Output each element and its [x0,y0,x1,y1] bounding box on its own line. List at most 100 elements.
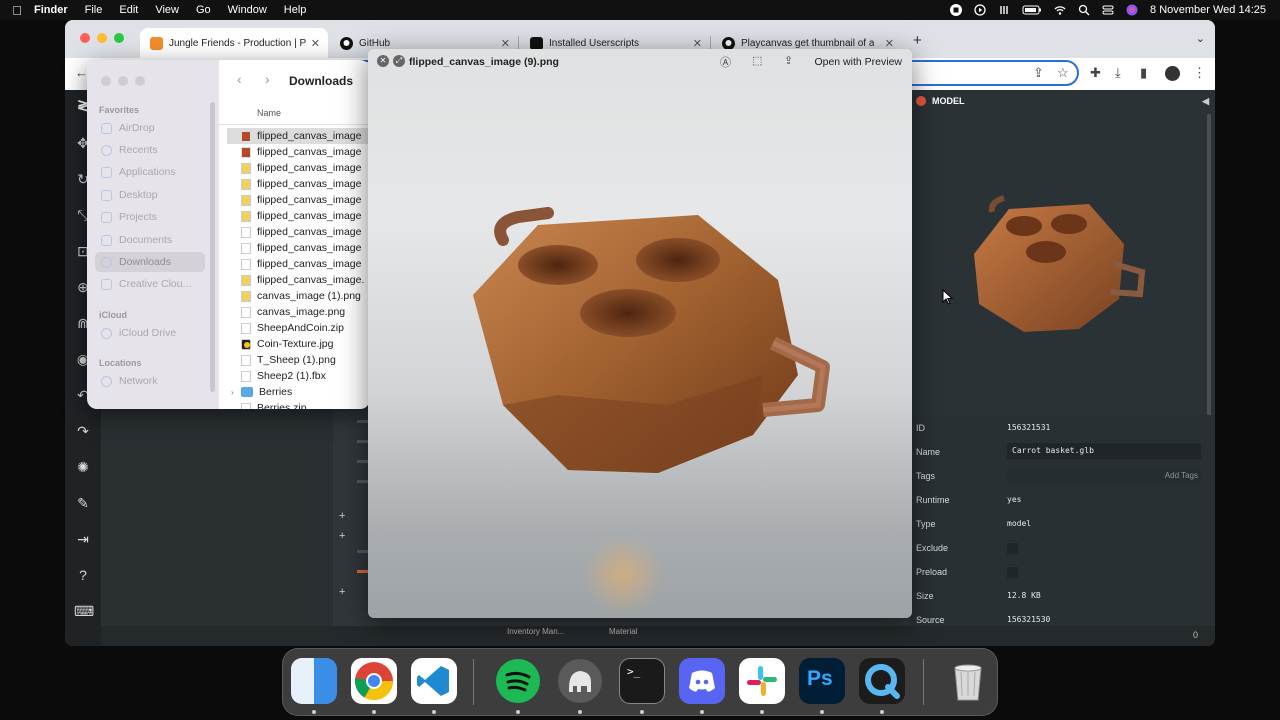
close-tab-icon[interactable]: ✕ [311,37,320,50]
menu-edit[interactable]: Edit [119,4,138,16]
close-tab-icon[interactable]: ✕ [501,37,510,50]
code-editor-icon[interactable]: ✎ [74,494,92,512]
finder-icon[interactable] [291,658,337,704]
file-row[interactable]: SheepAndCoin.zip [227,320,370,336]
markup-icon[interactable]: Ⓐ [720,54,731,70]
expand-folder-icon[interactable]: + [339,510,345,522]
file-row[interactable]: flipped_canvas_image [227,144,370,160]
siri-icon[interactable] [1126,4,1138,16]
sidebar-item-icloud-drive[interactable]: iCloud Drive [95,323,205,343]
disclosure-chevron-icon[interactable]: › [231,388,234,397]
search-icon[interactable] [1078,4,1090,16]
menu-go[interactable]: Go [196,4,211,16]
expand-folder-icon[interactable]: + [339,530,345,542]
slack-icon[interactable] [739,658,785,704]
file-row[interactable]: Sheep2 (1).fbx [227,368,370,384]
collapse-panel-icon[interactable]: ◀ [1202,96,1209,107]
apple-menu-icon[interactable]:  [0,3,34,18]
tab-search-chevron-icon[interactable]: ⌄ [1196,32,1205,45]
sidebar-item-downloads[interactable]: Downloads [95,252,205,272]
stop-recording-icon[interactable] [950,4,963,16]
file-row[interactable]: canvas_image.png [227,304,370,320]
exclude-checkbox[interactable] [1007,543,1018,554]
expand-folder-icon[interactable]: + [339,586,345,598]
close-window-button[interactable] [101,76,111,86]
zoom-window-button[interactable] [114,33,124,43]
trash-icon[interactable] [945,658,991,704]
name-input[interactable]: Carrot basket.glb [1007,443,1201,459]
file-row[interactable]: flipped_canvas_image [227,224,370,240]
open-with-preview-button[interactable]: Open with Preview [814,56,902,68]
help-icon[interactable]: ? [74,566,92,584]
rotate-icon[interactable]: ⬚ [752,54,762,67]
file-row[interactable]: T_Sheep (1).png [227,352,370,368]
play-icon[interactable] [974,4,986,16]
elephant-icon[interactable] [557,658,603,704]
sidebar-item-projects[interactable]: Projects [95,207,205,227]
sidebar-scrollbar[interactable] [210,102,215,392]
redo-icon[interactable]: ↷ [74,422,92,440]
menu-app-name[interactable]: Finder [34,4,68,16]
lightbulb-icon[interactable]: ✺ [74,458,92,476]
chrome-icon[interactable] [351,658,397,704]
close-tab-icon[interactable]: ✕ [693,37,702,50]
close-tab-icon[interactable]: ✕ [885,37,894,50]
share-icon[interactable]: ⇪ [1033,65,1044,81]
sidebar-item-documents[interactable]: Documents [95,230,205,250]
publish-icon[interactable]: ⇥ [74,530,92,548]
downloads-icon[interactable]: ⤓ [1115,65,1121,81]
file-row[interactable]: flipped_canvas_image [227,208,370,224]
discord-icon[interactable] [679,658,725,704]
zoom-window-button[interactable] [135,76,145,86]
control-center-icon[interactable] [1102,4,1114,16]
file-row[interactable]: flipped_canvas_image. [227,272,370,288]
terminal-icon[interactable]: >_ [619,658,665,704]
bookmark-star-icon[interactable]: ☆ [1057,65,1069,81]
close-window-button[interactable] [80,33,90,43]
profile-avatar[interactable] [1165,66,1180,81]
battery-icon[interactable] [1022,4,1042,16]
file-row[interactable]: canvas_image (1).png [227,288,370,304]
menu-window[interactable]: Window [228,4,267,16]
quicktime-icon[interactable] [859,658,905,704]
name-column-header[interactable]: Name [257,108,281,118]
close-icon[interactable]: ✕ [377,55,389,67]
spotify-icon[interactable] [495,658,541,704]
media-control-icon[interactable] [998,4,1010,16]
wifi-icon[interactable] [1054,4,1066,16]
file-row[interactable]: flipped_canvas_image [227,192,370,208]
sidebar-item-applications[interactable]: Applications [95,162,205,182]
sidebar-item-desktop[interactable]: Desktop [95,185,205,205]
file-row[interactable]: Berries.zip [227,400,370,409]
menu-view[interactable]: View [155,4,179,16]
preload-checkbox[interactable] [1007,567,1018,578]
fullscreen-icon[interactable]: ⤢ [393,55,405,67]
sidebar-item-airdrop[interactable]: AirDrop [95,118,205,138]
menu-help[interactable]: Help [284,4,307,16]
share-icon[interactable]: ⇪ [784,54,793,67]
sidebar-item-creative-cloud[interactable]: Creative Clou... [95,274,205,294]
file-row[interactable]: › Berries [227,384,370,400]
file-row[interactable]: flipped_canvas_image [227,160,370,176]
forward-chevron-icon[interactable]: › [265,71,270,87]
side-panel-icon[interactable]: ▮ [1140,65,1147,81]
tab-jungle-friends[interactable]: Jungle Friends - Production | P ✕ [140,28,328,58]
back-chevron-icon[interactable]: ‹ [237,71,242,87]
file-row[interactable]: flipped_canvas_image [227,240,370,256]
menu-file[interactable]: File [85,4,103,16]
sidebar-item-recents[interactable]: Recents [95,140,205,160]
minimize-window-button[interactable] [97,33,107,43]
new-tab-button[interactable]: + [913,32,922,49]
vscode-icon[interactable] [411,658,457,704]
add-tags-placeholder[interactable]: Add Tags [1165,471,1198,480]
file-row[interactable]: flipped_canvas_image [227,256,370,272]
clock[interactable]: 8 November Wed 14:25 [1150,4,1266,16]
minimize-window-button[interactable] [118,76,128,86]
extensions-icon[interactable]: ✚ [1090,65,1101,81]
file-row[interactable]: Coin-Texture.jpg [227,336,370,352]
photoshop-icon[interactable]: Ps [799,658,845,704]
asset-label[interactable]: Inventory Man... [507,627,564,636]
keyboard-icon[interactable]: ⌨ [74,602,94,620]
file-row[interactable]: flipped_canvas_image [227,176,370,192]
sidebar-item-network[interactable]: Network [95,371,205,391]
